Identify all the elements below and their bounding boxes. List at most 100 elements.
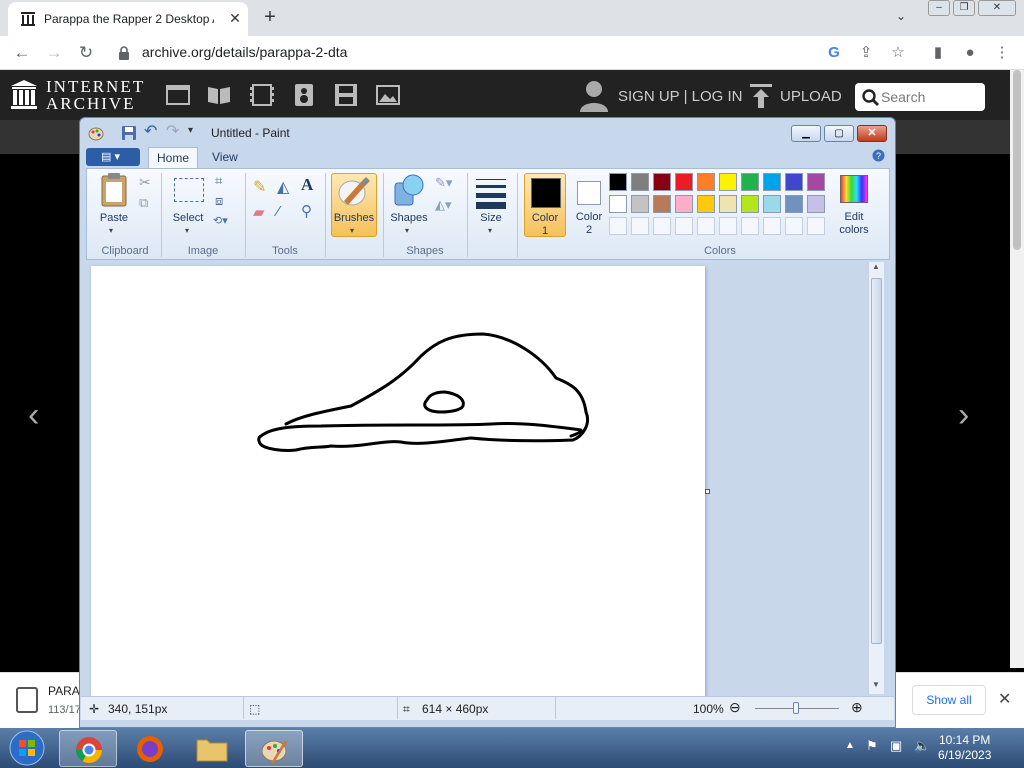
custom-color-slot[interactable] — [697, 217, 715, 235]
palette-swatch[interactable] — [763, 173, 781, 191]
palette-swatch[interactable] — [785, 195, 803, 213]
action-center-icon[interactable]: ⚑ — [866, 738, 878, 754]
palette-swatch[interactable] — [741, 173, 759, 191]
palette-swatch[interactable] — [785, 173, 803, 191]
google-icon[interactable]: G — [824, 43, 844, 63]
zoom-slider-thumb[interactable] — [793, 702, 799, 714]
shapes-dropdown-icon[interactable]: ▾ — [405, 226, 409, 235]
select-label[interactable]: Select — [167, 212, 209, 224]
fill-icon[interactable]: ◭ — [277, 177, 289, 197]
palette-swatch[interactable] — [697, 173, 715, 191]
forward-arrow-icon[interactable]: → — [42, 41, 66, 65]
upload-icon[interactable] — [750, 84, 772, 108]
palette-swatch[interactable] — [631, 195, 649, 213]
palette-swatch[interactable] — [653, 173, 671, 191]
eraser-icon[interactable]: ▰ — [253, 203, 265, 221]
help-icon[interactable]: ? — [872, 149, 885, 162]
palette-swatch[interactable] — [631, 173, 649, 191]
resize-icon[interactable]: ⧈ — [215, 193, 223, 209]
custom-color-slot[interactable] — [763, 217, 781, 235]
audio-icon[interactable] — [292, 84, 316, 106]
magnifier-icon[interactable]: ⚲ — [301, 202, 312, 220]
scroll-up-icon[interactable]: ▲ — [872, 262, 880, 271]
pencil-icon[interactable]: ✎ — [253, 177, 266, 197]
back-arrow-icon[interactable]: ← — [10, 41, 34, 65]
software-icon[interactable] — [334, 84, 358, 106]
tab-view[interactable]: View — [212, 150, 238, 164]
taskbar-clock[interactable]: 10:14 PM 6/19/2023 — [938, 733, 991, 763]
color-picker-icon[interactable]: ⁄ — [277, 203, 280, 220]
taskbar-firefox[interactable] — [121, 730, 179, 767]
palette-swatch[interactable] — [697, 195, 715, 213]
paint-app-menu-button[interactable]: ▤ ▾ — [86, 148, 140, 166]
ia-logo-icon[interactable] — [10, 80, 38, 110]
tab-search-icon[interactable]: ⌄ — [896, 9, 906, 23]
palette-swatch[interactable] — [807, 173, 825, 191]
palette-swatch[interactable] — [719, 173, 737, 191]
minimize-button[interactable]: – — [928, 0, 950, 16]
rotate-icon[interactable]: ⟲▾ — [213, 214, 228, 227]
fill-style-icon[interactable]: ◭▾ — [435, 197, 452, 213]
palette-swatch[interactable] — [807, 195, 825, 213]
zoom-slider[interactable] — [755, 702, 839, 714]
edit-colors-button[interactable]: Edit colors — [833, 173, 875, 237]
ia-logo-text[interactable]: INTERNET ARCHIVE — [46, 78, 145, 112]
tab-home[interactable]: Home — [148, 147, 198, 169]
canvas-scroll-thumb[interactable] — [871, 278, 882, 644]
page-scrollbar[interactable] — [1010, 70, 1024, 668]
scroll-down-icon[interactable]: ▼ — [872, 680, 880, 689]
crop-icon[interactable]: ⌗ — [215, 173, 222, 189]
paste-icon[interactable] — [99, 173, 129, 207]
upload-link[interactable]: UPLOAD — [780, 88, 842, 105]
save-icon[interactable] — [122, 126, 136, 140]
images-icon[interactable] — [376, 84, 400, 106]
share-icon[interactable]: ⇪ — [856, 43, 876, 63]
signup-login-link[interactable]: SIGN UP | LOG IN — [618, 88, 742, 105]
undo-icon[interactable]: ↶ — [144, 121, 157, 141]
shapes-label[interactable]: Shapes — [387, 212, 431, 224]
taskbar-paint[interactable] — [245, 730, 303, 767]
custom-color-slot[interactable] — [741, 217, 759, 235]
menu-kebab-icon[interactable]: ⋮ — [992, 43, 1012, 63]
address-bar[interactable]: archive.org/details/parappa-2-dta — [142, 44, 347, 60]
show-hidden-icons[interactable]: ▲ — [845, 740, 855, 751]
color1-button[interactable]: Color 1 — [524, 173, 566, 237]
custom-color-slot[interactable] — [785, 217, 803, 235]
custom-color-slot[interactable] — [807, 217, 825, 235]
page-scroll-thumb[interactable] — [1013, 70, 1021, 250]
web-icon[interactable] — [166, 84, 190, 106]
palette-swatch[interactable] — [675, 195, 693, 213]
show-all-button[interactable]: Show all — [912, 685, 986, 715]
canvas-vertical-scrollbar[interactable]: ▲ ▼ — [868, 262, 884, 694]
new-tab-button[interactable]: + — [260, 6, 280, 29]
cut-icon[interactable]: ✂ — [139, 174, 151, 191]
tab-close-icon[interactable]: ✕ — [226, 9, 244, 27]
custom-color-slot[interactable] — [631, 217, 649, 235]
text-tool-icon[interactable]: A — [301, 175, 313, 195]
side-panel-icon[interactable]: ▮ — [928, 43, 948, 63]
palette-swatch[interactable] — [675, 173, 693, 191]
paint-maximize-button[interactable]: ▢ — [824, 125, 854, 142]
paint-app-icon[interactable] — [88, 125, 104, 141]
copy-icon[interactable]: ⧉ — [139, 195, 148, 211]
palette-swatch[interactable] — [609, 195, 627, 213]
restore-button[interactable]: ❐ — [953, 0, 975, 16]
reload-icon[interactable]: ↻ — [74, 41, 98, 65]
shapes-icon[interactable] — [393, 173, 425, 207]
ia-search-input[interactable]: Search — [855, 83, 985, 111]
volume-icon[interactable]: 🔈 — [914, 738, 930, 754]
paint-close-button[interactable]: ✕ — [857, 125, 887, 142]
custom-color-slot[interactable] — [609, 217, 627, 235]
select-dropdown-icon[interactable]: ▾ — [185, 226, 189, 235]
browser-tab[interactable]: Parappa the Rapper 2 Desktop A ✕ — [8, 2, 248, 36]
drawing-canvas[interactable] — [91, 266, 705, 698]
palette-swatch[interactable] — [719, 195, 737, 213]
profile-icon[interactable]: ● — [960, 43, 980, 63]
canvas-resize-handle[interactable] — [705, 489, 710, 494]
redo-icon[interactable]: ↷ — [166, 121, 179, 141]
user-icon[interactable] — [580, 80, 608, 112]
custom-color-slot[interactable] — [653, 217, 671, 235]
close-window-button[interactable]: ✕ — [978, 0, 1016, 16]
custom-color-slot[interactable] — [719, 217, 737, 235]
network-icon[interactable]: ▣ — [890, 738, 902, 754]
